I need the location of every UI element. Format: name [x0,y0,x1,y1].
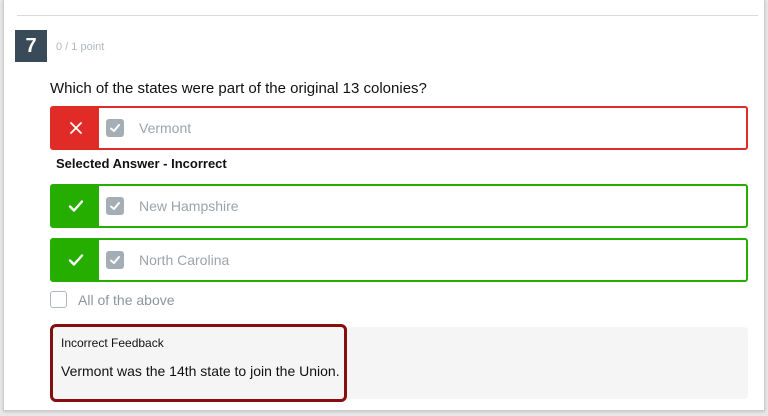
answer-option-north-carolina[interactable]: North Carolina [50,238,748,282]
divider [17,15,758,16]
check-icon [52,186,99,226]
selected-answer-label: Selected Answer - Incorrect [56,156,227,171]
answer-option-all-of-the-above[interactable]: All of the above [50,291,175,308]
answer-label: All of the above [78,291,175,308]
answer-option-new-hampshire[interactable]: New Hampshire [50,184,748,228]
checkbox-checked[interactable] [106,119,124,137]
checkbox-checked[interactable] [106,197,124,215]
answer-label: New Hampshire [139,198,239,214]
question-number: 7 [15,30,47,62]
checkbox-unchecked[interactable] [50,291,67,308]
check-icon [52,240,99,280]
quiz-question-card: 7 0 / 1 point Which of the states were p… [3,0,765,411]
question-points: 0 / 1 point [56,41,105,53]
answer-option-vermont[interactable]: Vermont [50,106,748,150]
incorrect-feedback-box: Incorrect Feedback Vermont was the 14th … [50,324,347,402]
feedback-text: Vermont was the 14th state to join the U… [61,363,340,379]
x-icon [52,108,99,148]
question-text: Which of the states were part of the ori… [50,80,427,97]
checkbox-checked[interactable] [106,251,124,269]
answer-label: North Carolina [139,252,230,268]
feedback-title: Incorrect Feedback [61,336,164,350]
answer-label: Vermont [139,120,192,136]
